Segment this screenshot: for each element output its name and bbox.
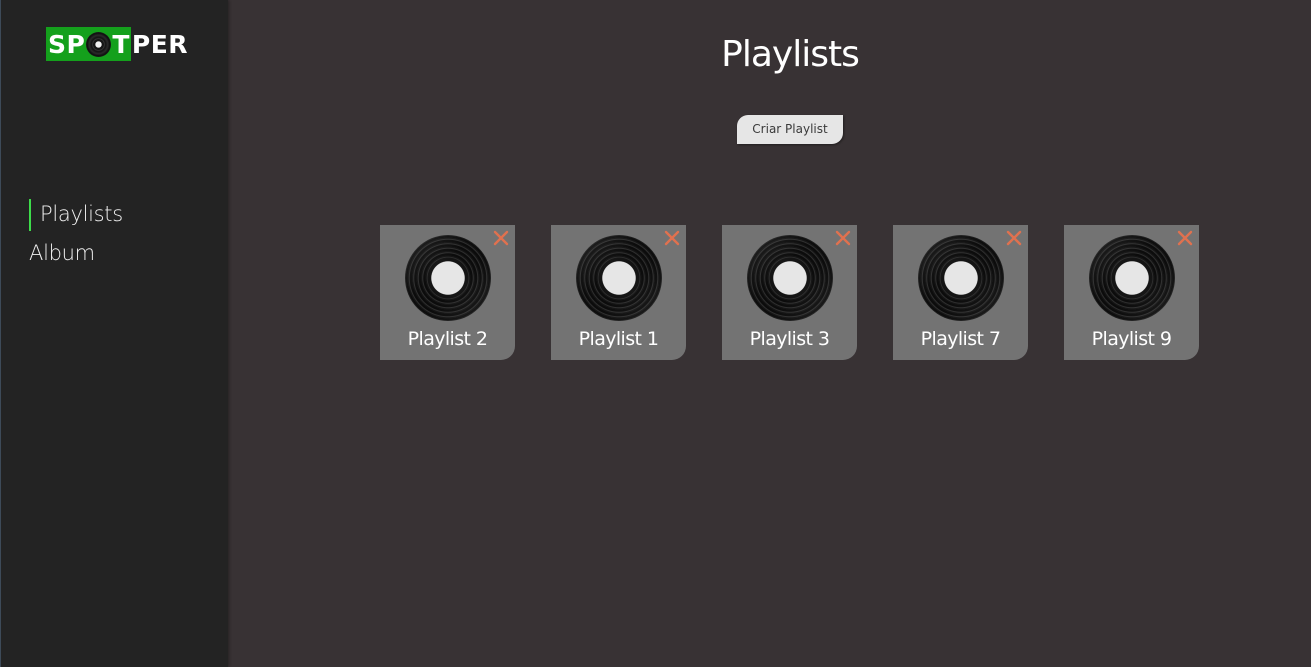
vinyl-record-icon <box>918 235 1004 321</box>
playlist-card[interactable]: Playlist 7 <box>893 225 1028 360</box>
close-icon[interactable] <box>663 229 681 247</box>
vinyl-logo-icon <box>86 31 112 57</box>
page-title: Playlists <box>721 34 860 75</box>
logo-text-part1: SP <box>48 29 86 59</box>
main-content: Playlists Criar Playlist Playlist 2 Play… <box>228 0 1311 667</box>
create-playlist-button[interactable]: Criar Playlist <box>737 115 843 144</box>
sidebar-item-album[interactable]: Album <box>29 238 123 270</box>
vinyl-record-icon <box>405 235 491 321</box>
app-window: SP T PER Playlists Album Playlists Criar… <box>0 0 1311 667</box>
close-icon[interactable] <box>1005 229 1023 247</box>
close-icon[interactable] <box>492 229 510 247</box>
close-icon[interactable] <box>834 229 852 247</box>
playlist-card[interactable]: Playlist 9 <box>1064 225 1199 360</box>
sidebar-nav: Playlists Album <box>29 199 123 277</box>
logo-text-part3: PER <box>131 29 189 59</box>
playlist-name: Playlist 7 <box>920 328 1001 350</box>
playlist-name: Playlist 9 <box>1091 328 1172 350</box>
close-icon[interactable] <box>1176 229 1194 247</box>
vinyl-record-icon <box>576 235 662 321</box>
playlist-name: Playlist 2 <box>407 328 488 350</box>
sidebar: SP T PER Playlists Album <box>0 0 228 667</box>
vinyl-record-icon <box>1089 235 1175 321</box>
logo-green-block: SP T <box>46 27 131 61</box>
logo[interactable]: SP T PER <box>46 27 188 61</box>
playlist-name: Playlist 3 <box>749 328 830 350</box>
vinyl-record-icon <box>747 235 833 321</box>
sidebar-item-playlists[interactable]: Playlists <box>29 199 123 231</box>
playlist-grid: Playlist 2 Playlist 1 Playlist 3 Playlis… <box>380 225 1199 360</box>
playlist-card[interactable]: Playlist 3 <box>722 225 857 360</box>
playlist-card[interactable]: Playlist 2 <box>380 225 515 360</box>
playlist-name: Playlist 1 <box>578 328 659 350</box>
playlist-card[interactable]: Playlist 1 <box>551 225 686 360</box>
logo-text-part2: T <box>112 29 130 59</box>
